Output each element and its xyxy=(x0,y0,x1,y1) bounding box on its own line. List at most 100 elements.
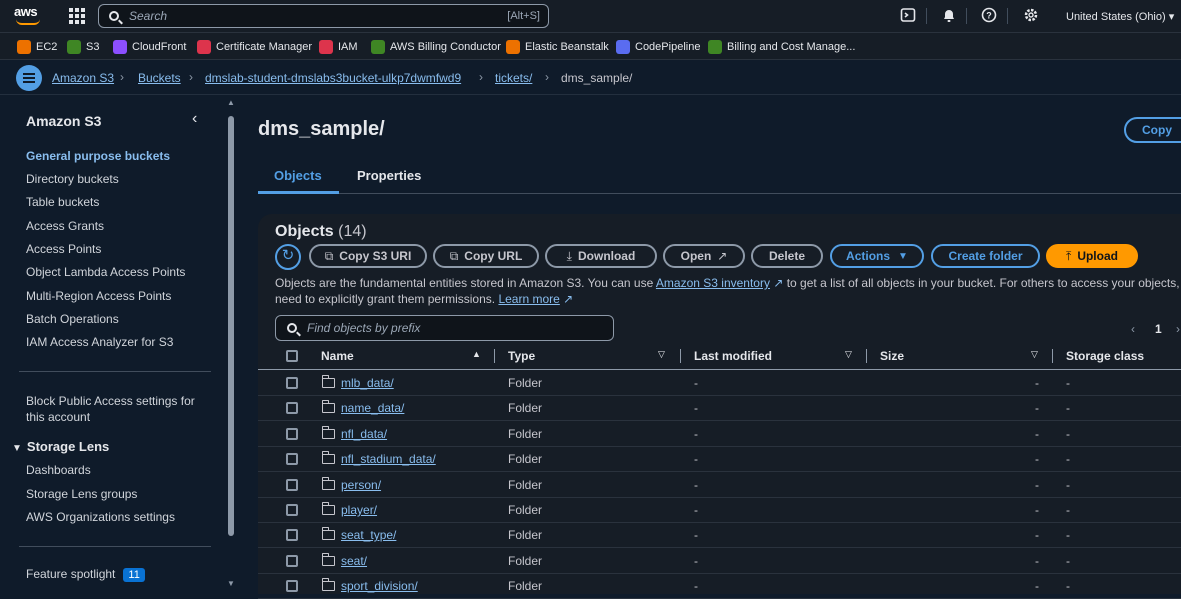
column-size[interactable]: Size xyxy=(880,349,904,363)
favorite-codepipeline[interactable]: CodePipeline xyxy=(616,39,700,55)
cloudshell-icon[interactable] xyxy=(899,7,917,25)
select-all-checkbox[interactable] xyxy=(286,350,298,362)
bell-icon[interactable] xyxy=(940,7,958,25)
breadcrumb-buckets[interactable]: Buckets xyxy=(138,71,181,85)
sidebar-item-directory-buckets[interactable]: Directory buckets xyxy=(26,172,119,186)
table-row[interactable]: seat_type/Folder - - - xyxy=(258,523,1181,549)
object-name-link[interactable]: nfl_data/ xyxy=(341,427,387,441)
download-button[interactable]: ⤓ Download xyxy=(545,244,657,268)
favorite-ec2[interactable]: EC2 xyxy=(17,39,57,55)
delete-button[interactable]: Delete xyxy=(751,244,823,268)
row-checkbox[interactable] xyxy=(286,478,298,491)
breadcrumb-amazon-s3[interactable]: Amazon S3 xyxy=(52,71,114,85)
object-name-link[interactable]: player/ xyxy=(341,503,377,517)
sidebar-item-access-points[interactable]: Access Points xyxy=(26,242,101,256)
sidebar-item-general-purpose-buckets[interactable]: General purpose buckets xyxy=(26,149,170,163)
sidebar-item-object-lambda[interactable]: Object Lambda Access Points xyxy=(26,265,185,279)
row-checkbox[interactable] xyxy=(286,402,298,415)
table-row[interactable]: mlb_data/Folder - - - xyxy=(258,371,1181,396)
favorite-cloudfront[interactable]: CloudFront xyxy=(113,39,186,55)
row-checkbox[interactable] xyxy=(286,529,298,542)
sidebar-item-feature-spotlight[interactable]: Feature spotlight 11 xyxy=(26,567,145,582)
favorite-certificate-manager[interactable]: Certificate Manager xyxy=(197,39,312,55)
refresh-button[interactable]: ↻ xyxy=(275,244,301,270)
region-selector[interactable]: United States (Ohio) ▾ xyxy=(1066,10,1174,23)
scroll-up-icon[interactable]: ▲ xyxy=(227,98,235,107)
s3-inventory-link[interactable]: Amazon S3 inventory xyxy=(656,276,770,290)
table-row[interactable]: name_data/Folder - - - xyxy=(258,396,1181,422)
object-name-link[interactable]: mlb_data/ xyxy=(341,376,394,390)
row-checkbox[interactable] xyxy=(286,453,298,466)
create-folder-button[interactable]: Create folder xyxy=(931,244,1040,268)
table-row[interactable]: sport_division/Folder - - - xyxy=(258,574,1181,599)
sort-ascending-icon[interactable]: ▲ xyxy=(472,349,481,359)
table-row[interactable]: nfl_data/Folder - - - xyxy=(258,422,1181,447)
table-row[interactable]: nfl_stadium_data/Folder - - - xyxy=(258,447,1181,473)
copy-url-button[interactable]: ⧉ Copy URL xyxy=(433,244,539,268)
sidebar-item-batch-operations[interactable]: Batch Operations xyxy=(26,312,119,326)
column-last-modified[interactable]: Last modified xyxy=(694,349,772,363)
object-name-link[interactable]: nfl_stadium_data/ xyxy=(341,452,436,466)
previous-page-icon[interactable]: ‹ xyxy=(1131,322,1135,336)
scroll-down-icon[interactable]: ▼ xyxy=(227,579,235,588)
favorite-billing-conductor[interactable]: AWS Billing Conductor xyxy=(371,39,501,55)
collapse-sidebar-icon[interactable]: ‹ xyxy=(192,110,197,128)
sidebar-scrollbar[interactable]: ▲ ▼ xyxy=(227,96,237,589)
favorite-elastic-beanstalk[interactable]: Elastic Beanstalk xyxy=(506,39,609,55)
breadcrumb-tickets[interactable]: tickets/ xyxy=(495,71,532,85)
next-page-icon[interactable]: › xyxy=(1176,322,1180,336)
object-name-link[interactable]: seat_type/ xyxy=(341,528,396,542)
sidebar-item-block-public-access[interactable]: Block Public Access settings for this ac… xyxy=(26,393,195,425)
favorite-billing-cost-management[interactable]: Billing and Cost Manage... xyxy=(708,39,855,55)
page-number[interactable]: 1 xyxy=(1155,322,1162,336)
column-type[interactable]: Type xyxy=(508,349,535,363)
object-name-link[interactable]: seat/ xyxy=(341,554,367,568)
sidebar-item-access-grants[interactable]: Access Grants xyxy=(26,219,104,233)
table-row[interactable]: person/Folder - - - xyxy=(258,473,1181,498)
actions-dropdown[interactable]: Actions ▼ xyxy=(830,244,924,268)
sidebar-item-dashboards[interactable]: Dashboards xyxy=(26,463,91,477)
aws-logo[interactable]: aws xyxy=(14,4,46,28)
row-checkbox[interactable] xyxy=(286,504,298,516)
storage-lens-section[interactable]: ▼ Storage Lens xyxy=(12,439,109,454)
menu-toggle-button[interactable] xyxy=(16,65,42,91)
services-grid-icon[interactable] xyxy=(69,8,85,24)
sort-icon[interactable]: ▽ xyxy=(845,349,852,360)
favorite-s3[interactable]: S3 xyxy=(67,39,99,55)
search-shortcut-hint: [Alt+S] xyxy=(507,10,540,22)
sort-icon[interactable]: ▽ xyxy=(1031,349,1038,360)
object-name-link[interactable]: name_data/ xyxy=(341,401,404,415)
table-row[interactable]: seat/Folder - - - xyxy=(258,549,1181,574)
row-checkbox[interactable] xyxy=(286,377,298,389)
upload-button[interactable]: ⤒ Upload xyxy=(1046,244,1138,268)
column-storage-class[interactable]: Storage class xyxy=(1066,349,1144,363)
find-objects-input[interactable]: Find objects by prefix xyxy=(275,315,614,341)
tab-objects[interactable]: Objects xyxy=(274,168,322,183)
scrollbar-thumb[interactable] xyxy=(228,116,234,536)
settings-icon[interactable] xyxy=(1022,7,1040,25)
breadcrumb-bucket[interactable]: dmslab-student-dmslabs3bucket-ulkp7dwmfw… xyxy=(205,71,461,85)
sidebar-item-iam-access-analyzer[interactable]: IAM Access Analyzer for S3 xyxy=(26,335,173,349)
row-checkbox[interactable] xyxy=(286,554,298,567)
copy-s3-uri-button[interactable]: ⧉ Copy S3 URI xyxy=(309,244,427,268)
object-name-link[interactable]: person/ xyxy=(341,478,381,492)
copy-s3-uri-top-button[interactable]: Copy xyxy=(1124,117,1181,143)
row-checkbox[interactable] xyxy=(286,580,298,593)
object-name-link[interactable]: sport_division/ xyxy=(341,579,418,593)
open-button[interactable]: Open ↗ xyxy=(663,244,745,268)
download-icon: ⤓ xyxy=(566,248,572,263)
column-name[interactable]: Name xyxy=(321,349,354,363)
sidebar-item-organizations-settings[interactable]: AWS Organizations settings xyxy=(26,510,175,524)
global-search-input[interactable]: Search [Alt+S] xyxy=(98,4,549,28)
sidebar-item-storage-lens-groups[interactable]: Storage Lens groups xyxy=(26,487,137,501)
object-size: - xyxy=(1035,401,1039,416)
sort-icon[interactable]: ▽ xyxy=(658,349,665,360)
learn-more-link[interactable]: Learn more xyxy=(498,292,559,306)
sidebar-item-table-buckets[interactable]: Table buckets xyxy=(26,195,99,209)
table-row[interactable]: player/Folder - - - xyxy=(258,498,1181,523)
sidebar-item-multi-region[interactable]: Multi-Region Access Points xyxy=(26,289,171,303)
tab-properties[interactable]: Properties xyxy=(357,168,421,183)
row-checkbox[interactable] xyxy=(286,427,298,440)
help-icon[interactable]: ? xyxy=(980,7,998,25)
favorite-iam[interactable]: IAM xyxy=(319,39,358,55)
